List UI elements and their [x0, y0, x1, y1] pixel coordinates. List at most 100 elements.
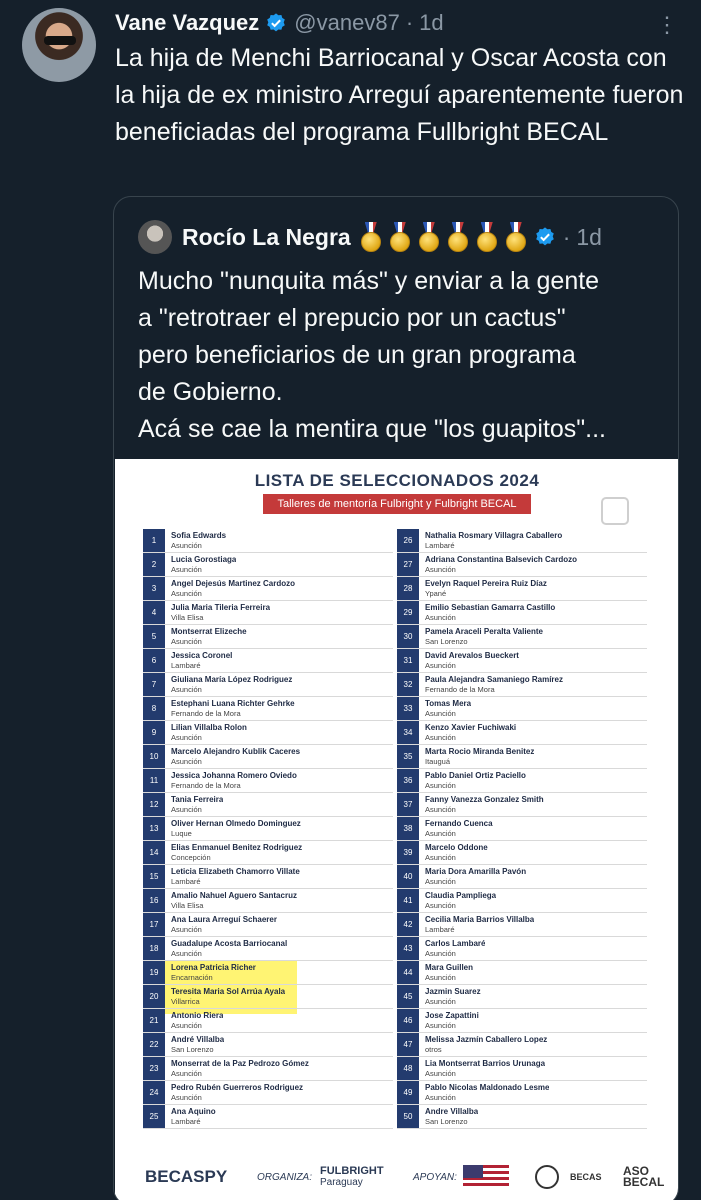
organiza-label: ORGANIZA:	[257, 1171, 313, 1183]
row-number: 24	[143, 1081, 165, 1104]
person-name: Melissa Jazmín Caballero Lopez	[425, 1034, 548, 1044]
quote-text-line: pero beneficiarios de un gran programa	[138, 341, 576, 369]
row-number: 49	[397, 1081, 419, 1104]
quote-time[interactable]: 1d	[576, 224, 602, 251]
person-name: Fanny Vanezza Gonzalez Smith	[425, 794, 544, 804]
list-row: 13 Oliver Hernan Olmedo Dominguez Luque	[143, 817, 393, 841]
row-number: 40	[397, 865, 419, 888]
person-city: Asunción	[425, 804, 456, 814]
person-name: Lia Montserrat Barrios Urunaga	[425, 1058, 546, 1068]
separator-dot: ·	[405, 10, 414, 35]
row-number: 32	[397, 673, 419, 696]
person-name: Pedro Rubén Guerreros Rodriguez	[171, 1082, 304, 1092]
person-city: Villa Elisa	[171, 612, 204, 622]
person-name: Angel Dejesús Martinez Cardozo	[171, 578, 296, 588]
quote-text-line: a "retrotraer el prepucio por un cactus"	[138, 304, 566, 332]
person-city: Asunción	[171, 1068, 202, 1078]
person-name: Nathalia Rosmary Villagra Caballero	[425, 530, 563, 540]
gold-medal-icon	[446, 222, 470, 252]
row-number: 27	[397, 553, 419, 576]
row-number: 33	[397, 697, 419, 720]
quote-text-line: de Gobierno.	[138, 378, 283, 406]
person-name: Tania Ferreira	[171, 794, 224, 804]
avatar-sunglasses	[44, 36, 76, 45]
list-row: 15 Leticia Elizabeth Chamorro Villate Lamb…	[143, 865, 393, 889]
person-name: Montserrat Elizeche	[171, 626, 247, 636]
list-row: 30 Pamela Araceli Peralta Valiente San Lor…	[397, 625, 647, 649]
copy-icon	[601, 497, 629, 525]
attached-image-list[interactable]: LISTA DE SELECCIONADOS 2024 Talleres de …	[115, 459, 678, 1200]
row-number: 13	[143, 817, 165, 840]
row-number: 37	[397, 793, 419, 816]
list-row: 33 Tomas Mera Asunción	[397, 697, 647, 721]
person-name: Teresita Maria Sol Arrúa Ayala	[171, 986, 286, 996]
list-row: 26 Nathalia Rosmary Villagra Caballero Lam…	[397, 529, 647, 553]
person-name: Emilio Sebastian Gamarra Castillo	[425, 602, 556, 612]
person-name: Pablo Daniel Ortiz Paciello	[425, 770, 526, 780]
list-row: 6 Jessica Coronel Lambaré	[143, 649, 393, 673]
list-row: 49 Pablo Nicolas Maldonado Lesme Asunción	[397, 1081, 647, 1105]
list-row: 29 Emilio Sebastian Gamarra Castillo Asunc…	[397, 601, 647, 625]
quote-author-name[interactable]: Rocío La Negra	[182, 224, 351, 251]
person-city: Asunción	[425, 708, 456, 718]
author-handle[interactable]: @vanev87	[294, 10, 400, 36]
quote-text-line: Acá se cae la mentira que "los guapitos"…	[138, 415, 607, 443]
more-options-icon[interactable]: ⋮	[656, 12, 679, 38]
person-city: Asunción	[425, 780, 456, 790]
person-name: Julia Maria Tileria Ferreira	[171, 602, 271, 612]
list-row: 32 Paula Alejandra Samaniego Ramírez Ferna…	[397, 673, 647, 697]
author-avatar[interactable]	[22, 8, 96, 82]
person-city: Asunción	[425, 876, 456, 886]
person-city: Lambaré	[171, 876, 201, 886]
person-city: Lambaré	[171, 660, 201, 670]
row-number: 19	[143, 961, 165, 984]
quoted-tweet[interactable]: Rocío La Negra · 1d Mucho "nunquita más"…	[113, 196, 679, 1200]
list-row: 20 Teresita Maria Sol Arrúa Ayala Villarri…	[143, 985, 393, 1009]
list-row: 43 Carlos Lambaré Asunción	[397, 937, 647, 961]
person-city: Lambaré	[171, 1116, 201, 1126]
list-row: 8 Estephani Luana Richter Gehrke Fernando …	[143, 697, 393, 721]
person-city: San Lorenzo	[425, 1116, 468, 1126]
person-name: Elias Enmanuel Benitez Rodriguez	[171, 842, 303, 852]
person-name: Mara Guillen	[425, 962, 474, 972]
row-number: 11	[143, 769, 165, 792]
tweet-time[interactable]: 1d	[419, 10, 443, 36]
person-city: Asunción	[425, 1068, 456, 1078]
person-name: Ana Laura Arreguí Schaerer	[171, 914, 277, 924]
person-city: Asunción	[171, 564, 202, 574]
person-city: Asunción	[425, 1092, 456, 1102]
person-city: Asunción	[171, 1020, 202, 1030]
person-name: Giuliana María López Rodriguez	[171, 674, 293, 684]
list-row: 7 Giuliana María López Rodriguez Asunción	[143, 673, 393, 697]
person-name: Adriana Constantina Balsevich Cardozo	[425, 554, 578, 564]
gold-medal-icon	[475, 222, 499, 252]
fulbright-logo: FULBRIGHT Paraguay	[320, 1165, 384, 1189]
person-name: Andre Villalba	[425, 1106, 479, 1116]
person-name: Maria Dora Amarilla Pavón	[425, 866, 527, 876]
person-city: Asunción	[171, 756, 202, 766]
quote-author-avatar[interactable]	[138, 220, 172, 254]
list-row: 12 Tania Ferreira Asunción	[143, 793, 393, 817]
person-name: Evelyn Raquel Pereira Ruiz Díaz	[425, 578, 547, 588]
list-row: 35 Marta Rocio Miranda Benitez Itauguá	[397, 745, 647, 769]
gold-medal-icon	[504, 222, 528, 252]
becas-logo: BECAS	[570, 1171, 602, 1182]
person-city: Asunción	[425, 732, 456, 742]
list-row: 10 Marcelo Alejandro Kublik Caceres Asunci…	[143, 745, 393, 769]
row-number: 9	[143, 721, 165, 744]
list-row: 2 Lucia Gorostiaga Asunción	[143, 553, 393, 577]
tweet-text: La hija de Menchi Barriocanal y Oscar Ac…	[115, 44, 684, 146]
list-row: 48 Lia Montserrat Barrios Urunaga Asunción	[397, 1057, 647, 1081]
row-number: 21	[143, 1009, 165, 1032]
author-name[interactable]: Vane Vazquez	[115, 10, 259, 36]
person-city: Asunción	[425, 564, 456, 574]
person-name: Kenzo Xavier Fuchiwaki	[425, 722, 517, 732]
list-subtitle: Talleres de mentoría Fulbright y Fulbrig…	[263, 494, 531, 514]
list-row: 45 Jazmin Suarez Asunción	[397, 985, 647, 1009]
list-row: 1 Sofia Edwards Asunción	[143, 529, 393, 553]
person-name: Paula Alejandra Samaniego Ramírez	[425, 674, 563, 684]
person-name: David Arevalos Bueckert	[425, 650, 519, 660]
person-name: Marcelo Oddone	[425, 842, 488, 852]
person-name: Marta Rocio Miranda Benitez	[425, 746, 535, 756]
row-number: 30	[397, 625, 419, 648]
